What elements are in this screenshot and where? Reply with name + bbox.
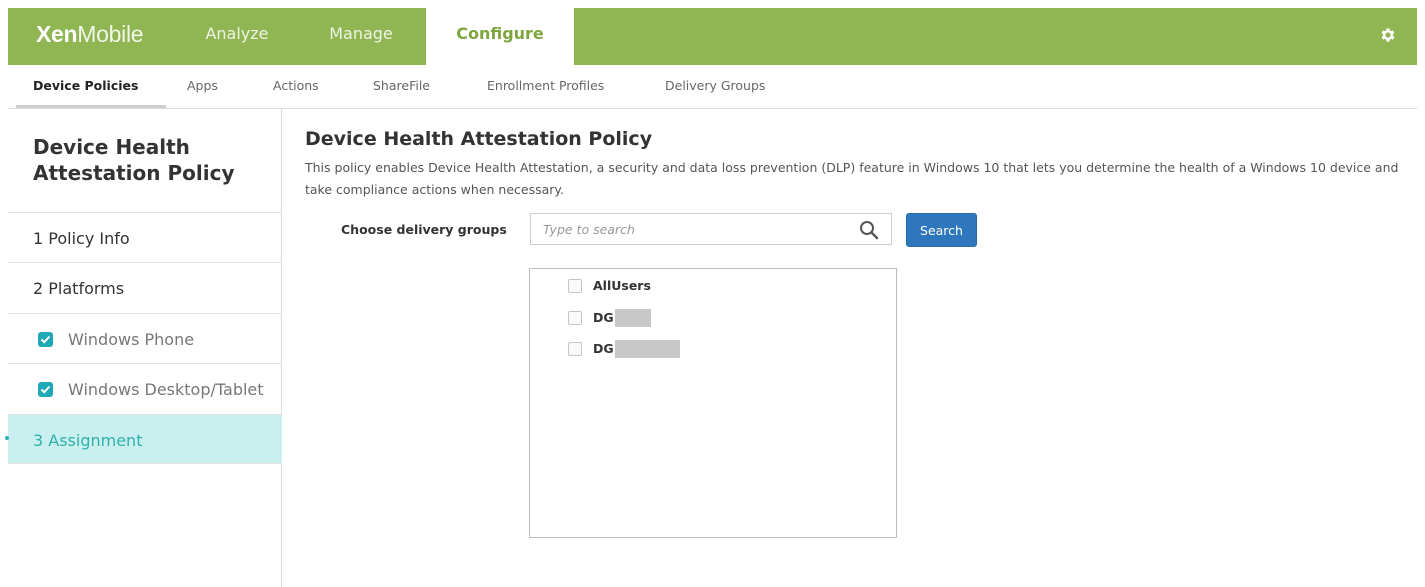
checkbox[interactable] xyxy=(568,311,582,325)
gear-icon[interactable] xyxy=(1379,26,1397,44)
sidebar-item-platforms[interactable]: 2 Platforms xyxy=(8,262,282,312)
redacted-text-block xyxy=(615,309,651,327)
tab-configure[interactable]: Configure xyxy=(426,8,574,65)
search-input[interactable] xyxy=(543,215,843,243)
page-title: Device Health Attestation Policy xyxy=(305,128,653,150)
policy-steps-sidebar: Device Health Attestation Policy 1 Polic… xyxy=(5,109,282,587)
top-navigation-bar: XenMobile Analyze Manage Configure xyxy=(8,8,1417,65)
delivery-groups-list[interactable]: AllUsers DG DG xyxy=(529,268,897,538)
policy-description: This policy enables Device Health Attest… xyxy=(305,160,1399,197)
sidebar-item-windows-desktop-tablet[interactable]: Windows Desktop/Tablet xyxy=(8,363,282,413)
subnav-delivery-groups[interactable]: Delivery Groups xyxy=(665,78,765,93)
active-subnav-underline xyxy=(16,105,166,108)
checkbox-checked-icon[interactable] xyxy=(38,332,53,347)
current-step-marker xyxy=(5,436,9,440)
checkbox-checked-icon[interactable] xyxy=(38,382,53,397)
subnav-device-policies[interactable]: Device Policies xyxy=(33,78,138,93)
subnav-sharefile[interactable]: ShareFile xyxy=(373,78,430,93)
checkbox[interactable] xyxy=(568,279,582,293)
search-button[interactable]: Search xyxy=(906,213,977,247)
redacted-text-block xyxy=(615,340,680,358)
subnav-enrollment-profiles[interactable]: Enrollment Profiles xyxy=(487,78,604,93)
delivery-groups-label: Choose delivery groups xyxy=(341,222,507,237)
sub-navigation: Device Policies Apps Actions ShareFile E… xyxy=(8,65,1417,109)
sidebar-item-windows-phone[interactable]: Windows Phone xyxy=(8,313,282,363)
checkbox[interactable] xyxy=(568,342,582,356)
subnav-apps[interactable]: Apps xyxy=(187,78,218,93)
tab-manage[interactable]: Manage xyxy=(308,8,414,65)
tab-analyze[interactable]: Analyze xyxy=(186,8,288,65)
subnav-actions[interactable]: Actions xyxy=(273,78,319,93)
delivery-group-search-field[interactable] xyxy=(530,213,892,245)
search-icon[interactable] xyxy=(859,220,879,240)
sidebar-title: Device Health Attestation Policy xyxy=(33,135,235,185)
sidebar-item-assignment[interactable]: 3 Assignment xyxy=(5,414,282,464)
sidebar-item-policy-info[interactable]: 1 Policy Info xyxy=(8,212,282,262)
xenmobile-logo[interactable]: XenMobile xyxy=(36,21,144,48)
